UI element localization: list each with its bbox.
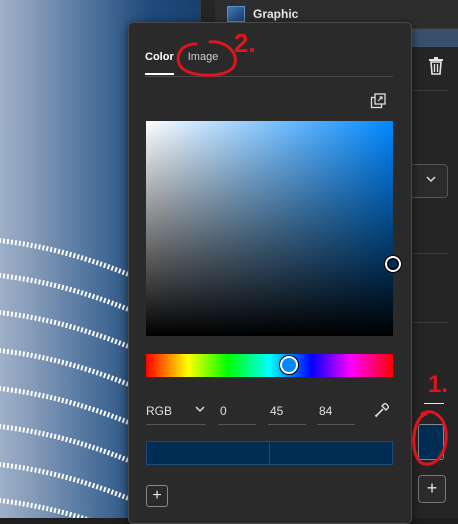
preview-divider bbox=[269, 442, 270, 464]
fill-color-swatch[interactable] bbox=[418, 424, 444, 460]
add-fill-button[interactable]: + bbox=[418, 475, 446, 503]
panel-divider bbox=[412, 322, 448, 323]
color-values-row: RGB 0 45 84 bbox=[146, 399, 393, 425]
trash-icon bbox=[429, 57, 443, 75]
chevron-down-icon bbox=[194, 403, 206, 418]
blue-channel-value: 84 bbox=[319, 404, 333, 418]
blue-channel-input[interactable]: 84 bbox=[317, 399, 355, 425]
graphic-layer-icon bbox=[227, 6, 245, 22]
picker-tabs: Color Image bbox=[145, 51, 232, 75]
saturation-value-handle[interactable] bbox=[385, 256, 401, 272]
color-mode-select[interactable]: RGB bbox=[146, 399, 206, 425]
panel-divider bbox=[412, 253, 448, 254]
layer-name: Graphic bbox=[253, 7, 299, 21]
color-preview bbox=[146, 441, 393, 465]
panel-divider bbox=[424, 403, 444, 404]
red-channel-input[interactable]: 0 bbox=[218, 399, 256, 425]
green-channel-value: 45 bbox=[270, 404, 284, 418]
hue-slider-handle[interactable] bbox=[280, 356, 298, 374]
delete-button[interactable] bbox=[424, 54, 448, 78]
tabs-divider bbox=[145, 76, 393, 77]
color-picker-popover: Color Image RGB 0 45 84 + bbox=[128, 22, 412, 524]
eyedropper-icon[interactable] bbox=[373, 401, 391, 419]
swap-icon[interactable] bbox=[370, 93, 386, 109]
chevron-down-icon bbox=[425, 173, 437, 188]
tab-color[interactable]: Color bbox=[145, 51, 174, 75]
color-mode-label: RGB bbox=[146, 404, 173, 418]
tab-image[interactable]: Image bbox=[188, 51, 219, 75]
panel-divider bbox=[412, 90, 448, 91]
add-swatch-button[interactable]: + bbox=[146, 485, 168, 507]
green-channel-input[interactable]: 45 bbox=[268, 399, 306, 425]
hue-slider[interactable] bbox=[146, 354, 393, 377]
saturation-value-area[interactable] bbox=[146, 121, 401, 336]
red-channel-value: 0 bbox=[220, 404, 227, 418]
